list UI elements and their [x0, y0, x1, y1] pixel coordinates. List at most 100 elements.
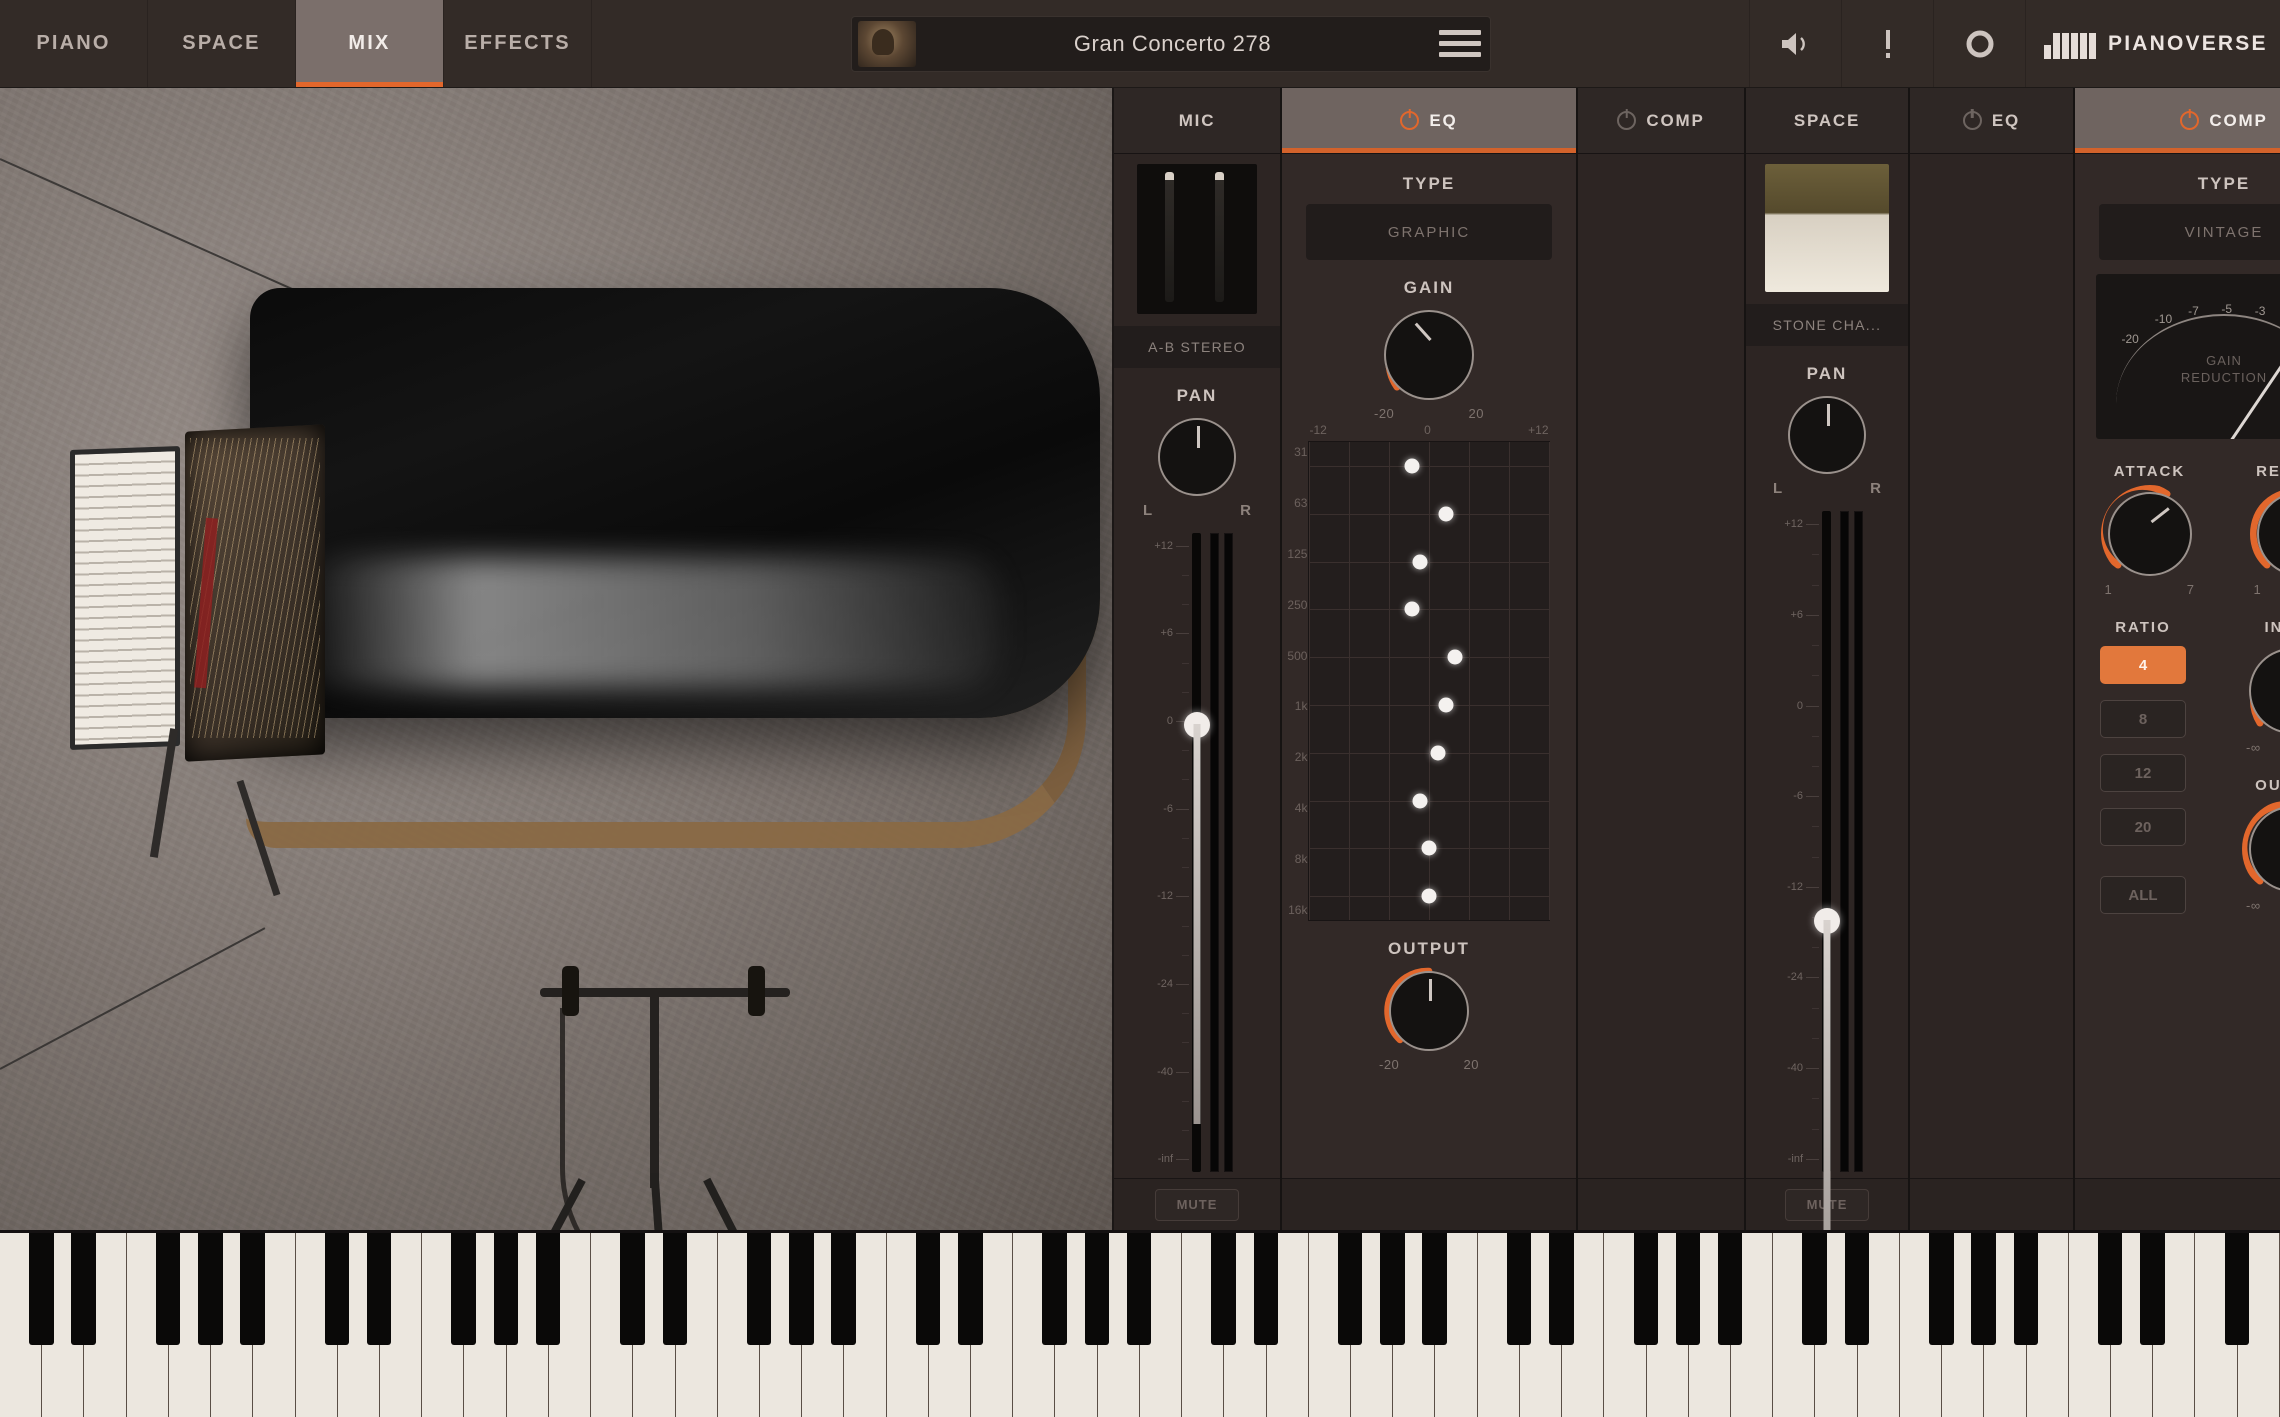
- piano-black-key[interactable]: [1211, 1233, 1235, 1345]
- piano-black-key[interactable]: [2014, 1233, 2038, 1345]
- strip-header-comp-mic[interactable]: COMP: [1578, 88, 1744, 154]
- eq-type-select[interactable]: GRAPHIC: [1306, 204, 1553, 260]
- piano-artwork[interactable]: [0, 88, 1114, 1230]
- piano-white-key[interactable]: [591, 1233, 633, 1417]
- piano-black-key[interactable]: [1802, 1233, 1826, 1345]
- mic-fader[interactable]: +12+60-6-12-24-40-inf: [1143, 533, 1251, 1172]
- piano-black-key[interactable]: [1085, 1233, 1109, 1345]
- piano-black-key[interactable]: [494, 1233, 518, 1345]
- piano-black-key[interactable]: [536, 1233, 560, 1345]
- piano-black-key[interactable]: [1929, 1233, 1953, 1345]
- ratio-button-4[interactable]: 4: [2100, 646, 2186, 684]
- piano-black-key[interactable]: [198, 1233, 222, 1345]
- piano-black-key[interactable]: [29, 1233, 53, 1345]
- eq-mic-power-icon[interactable]: [1400, 111, 1419, 130]
- piano-black-key[interactable]: [1676, 1233, 1700, 1345]
- piano-black-key[interactable]: [831, 1233, 855, 1345]
- eq-band-handle[interactable]: [1404, 458, 1419, 473]
- eq-band-handle[interactable]: [1413, 793, 1428, 808]
- piano-white-key[interactable]: [422, 1233, 464, 1417]
- eq-band-handle[interactable]: [1404, 602, 1419, 617]
- ratio-button-20[interactable]: 20: [2100, 808, 2186, 846]
- eq-gain-knob[interactable]: [1384, 310, 1474, 400]
- eq-band-handle[interactable]: [1421, 889, 1436, 904]
- piano-black-key[interactable]: [1634, 1233, 1658, 1345]
- eq-band-handle[interactable]: [1439, 697, 1454, 712]
- piano-black-key[interactable]: [1507, 1233, 1531, 1345]
- comp-release-knob[interactable]: [2257, 492, 2280, 576]
- piano-black-key[interactable]: [789, 1233, 813, 1345]
- eq-band-handle[interactable]: [1413, 554, 1428, 569]
- piano-black-key[interactable]: [1549, 1233, 1573, 1345]
- virtual-keyboard[interactable]: [0, 1230, 2280, 1417]
- eq-space-power-icon[interactable]: [1963, 111, 1982, 130]
- tab-mix[interactable]: MIX: [296, 0, 444, 87]
- comp-space-power-icon[interactable]: [2180, 111, 2199, 130]
- ratio-button-8[interactable]: 8: [2100, 700, 2186, 738]
- piano-black-key[interactable]: [747, 1233, 771, 1345]
- piano-black-key[interactable]: [325, 1233, 349, 1345]
- piano-black-key[interactable]: [451, 1233, 475, 1345]
- tab-effects[interactable]: EFFECTS: [444, 0, 592, 87]
- piano-black-key[interactable]: [1422, 1233, 1446, 1345]
- eq-band-handle[interactable]: [1447, 650, 1462, 665]
- piano-white-key[interactable]: [887, 1233, 929, 1417]
- piano-white-key[interactable]: [1773, 1233, 1815, 1417]
- ratio-button-12[interactable]: 12: [2100, 754, 2186, 792]
- piano-white-key[interactable]: [1900, 1233, 1942, 1417]
- piano-white-key[interactable]: [2069, 1233, 2111, 1417]
- mic-source-label[interactable]: A-B STEREO: [1114, 326, 1280, 368]
- piano-white-key[interactable]: [1013, 1233, 1055, 1417]
- alert-icon[interactable]: [1841, 0, 1933, 87]
- eq-graph[interactable]: -12 0 +12 31631252505001k2k4k8k16k: [1308, 441, 1549, 921]
- preset-selector[interactable]: Gran Concerto 278: [851, 16, 1491, 72]
- gear-icon[interactable]: [1933, 0, 2025, 87]
- strip-header-comp-space[interactable]: COMP: [2075, 88, 2280, 154]
- hamburger-menu-icon[interactable]: [1430, 30, 1490, 57]
- piano-black-key[interactable]: [1338, 1233, 1362, 1345]
- space-fader[interactable]: +12+60-6-12-24-40-inf: [1773, 511, 1881, 1172]
- room-image[interactable]: [1765, 164, 1889, 292]
- eq-band-handle[interactable]: [1421, 841, 1436, 856]
- piano-white-key[interactable]: [718, 1233, 760, 1417]
- piano-white-key[interactable]: [1604, 1233, 1646, 1417]
- piano-black-key[interactable]: [958, 1233, 982, 1345]
- microphone-image[interactable]: [1137, 164, 1257, 314]
- piano-black-key[interactable]: [916, 1233, 940, 1345]
- piano-black-key[interactable]: [1254, 1233, 1278, 1345]
- piano-white-key[interactable]: [296, 1233, 338, 1417]
- piano-black-key[interactable]: [156, 1233, 180, 1345]
- piano-white-key[interactable]: [1478, 1233, 1520, 1417]
- piano-black-key[interactable]: [2098, 1233, 2122, 1345]
- piano-black-key[interactable]: [1127, 1233, 1151, 1345]
- space-fader-track[interactable]: [1822, 511, 1831, 1172]
- piano-black-key[interactable]: [1380, 1233, 1404, 1345]
- comp-mic-power-icon[interactable]: [1617, 111, 1636, 130]
- mic-mute-button[interactable]: MUTE: [1155, 1189, 1239, 1221]
- piano-black-key[interactable]: [2225, 1233, 2249, 1345]
- speaker-icon[interactable]: [1749, 0, 1841, 87]
- space-source-label[interactable]: STONE CHA...: [1746, 304, 1908, 346]
- piano-black-key[interactable]: [2140, 1233, 2164, 1345]
- piano-black-key[interactable]: [1845, 1233, 1869, 1345]
- strip-header-eq-mic[interactable]: EQ: [1282, 88, 1576, 154]
- eq-band-handle[interactable]: [1439, 506, 1454, 521]
- piano-black-key[interactable]: [1042, 1233, 1066, 1345]
- comp-output-knob[interactable]: [2249, 806, 2280, 892]
- eq-band-handle[interactable]: [1430, 745, 1445, 760]
- piano-black-key[interactable]: [367, 1233, 391, 1345]
- piano-black-key[interactable]: [620, 1233, 644, 1345]
- piano-black-key[interactable]: [663, 1233, 687, 1345]
- tab-space[interactable]: SPACE: [148, 0, 296, 87]
- eq-output-knob[interactable]: [1389, 971, 1469, 1051]
- piano-white-key[interactable]: [0, 1233, 42, 1417]
- comp-attack-knob[interactable]: [2108, 492, 2192, 576]
- strip-header-mic[interactable]: MIC: [1114, 88, 1280, 154]
- ratio-button-ALL[interactable]: ALL: [2100, 876, 2186, 914]
- mic-fader-track[interactable]: [1192, 533, 1201, 1172]
- piano-white-key[interactable]: [1309, 1233, 1351, 1417]
- microphone-stand[interactable]: [520, 948, 810, 1230]
- tab-piano[interactable]: PIANO: [0, 0, 148, 87]
- strip-header-space[interactable]: SPACE: [1746, 88, 1908, 154]
- piano-black-key[interactable]: [1718, 1233, 1742, 1345]
